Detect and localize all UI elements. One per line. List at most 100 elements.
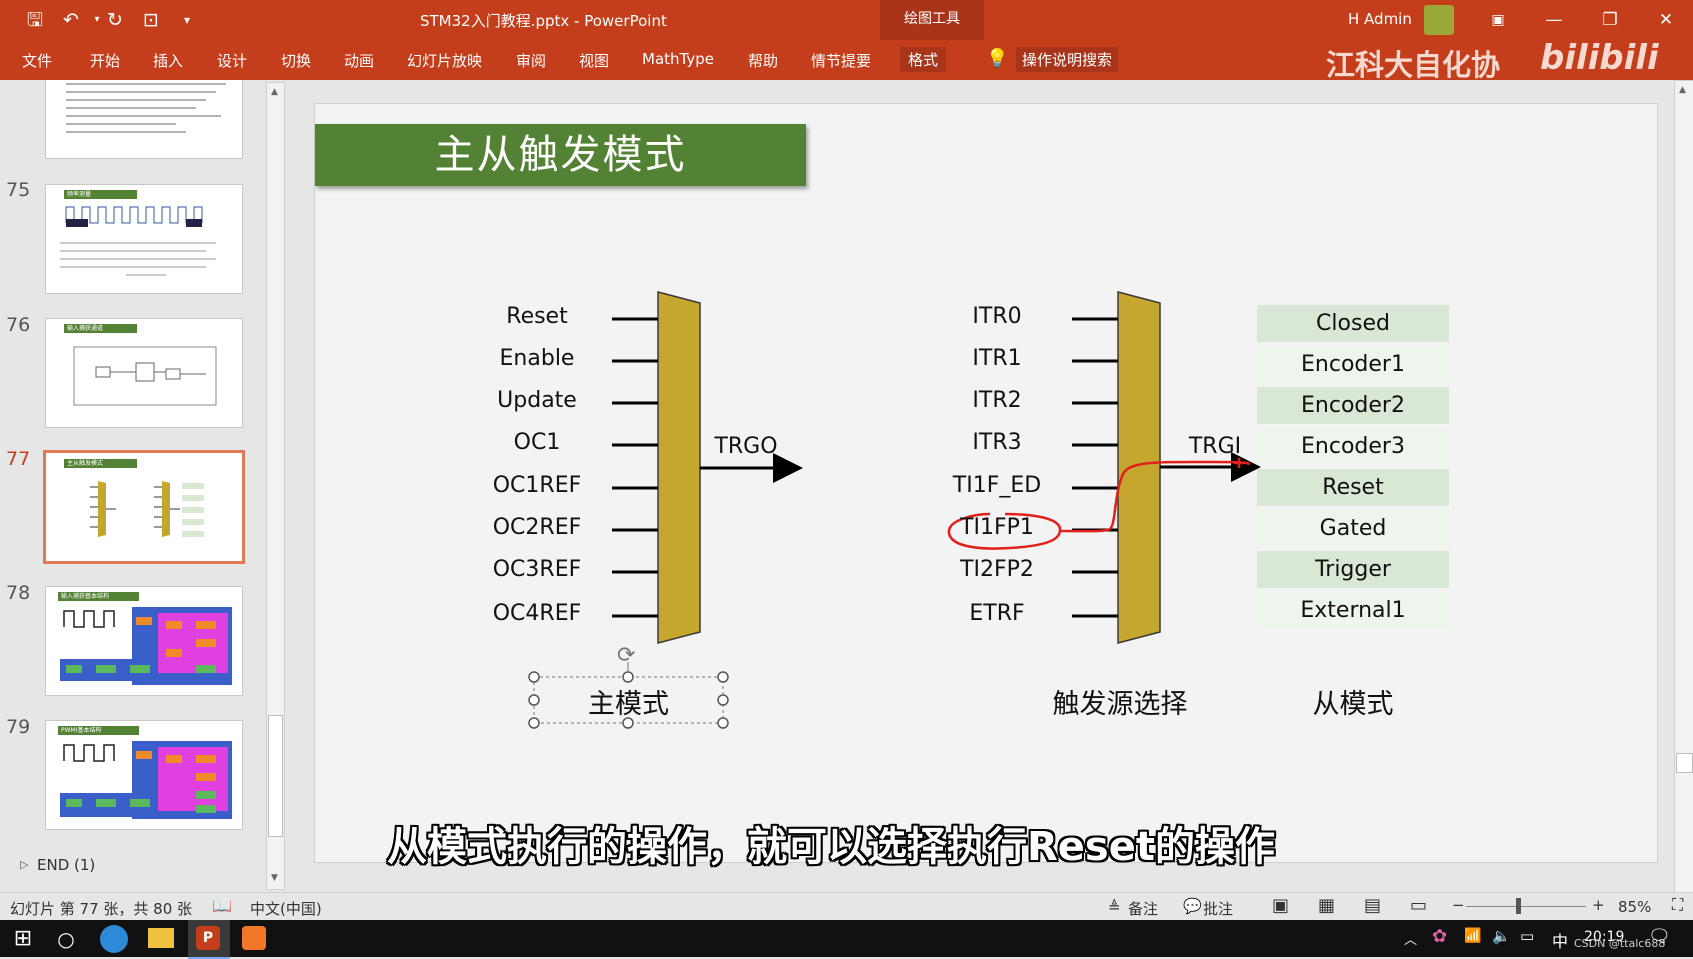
slide-79-preview-icon (60, 741, 232, 819)
scrollbar-thumb[interactable] (268, 715, 283, 837)
slide-thumbnail-74[interactable] (45, 80, 243, 159)
slide-thumbnail-79[interactable]: PWMI基本结构 (45, 720, 243, 830)
trigger-source-mux[interactable] (1117, 291, 1161, 644)
save-icon[interactable]: 🖫 (22, 8, 48, 32)
tab-home[interactable]: 开始 (90, 50, 120, 71)
slides-panel: 75 频率测量 76 输入捕获通道 77 主从触发模式 78 输入捕获基本结构 … (0, 80, 286, 892)
tab-slideshow[interactable]: 幻灯片放映 (407, 50, 482, 71)
tab-animations[interactable]: 动画 (344, 50, 374, 71)
app-taskbar-icon[interactable] (242, 926, 266, 950)
tab-transitions[interactable]: 切换 (281, 50, 311, 71)
tray-expand-icon[interactable]: ︿ (1404, 929, 1417, 948)
powerpoint-icon: P (196, 926, 220, 950)
slideshow-view-icon[interactable]: ▭ (1410, 895, 1427, 916)
slide-77-preview-icon (90, 481, 204, 537)
slave-mode-encoder1: Encoder1 (1257, 346, 1449, 383)
slide-canvas[interactable]: 主从触发模式 ⟳ Reset Enable Update OC1 OC1REF … (314, 103, 1658, 870)
volume-icon[interactable]: 🔈 (1492, 927, 1511, 945)
trgo-label: TRGO (714, 434, 778, 459)
zoom-slider-thumb[interactable] (1516, 898, 1521, 914)
tell-me-search[interactable]: 操作说明搜索 (1016, 47, 1119, 72)
tab-view[interactable]: 视图 (579, 50, 609, 71)
slide-sorter-icon[interactable]: ▦ (1318, 895, 1335, 916)
scroll-down-icon[interactable]: ▼ (271, 873, 278, 883)
spellcheck-icon[interactable]: 📖 (212, 896, 232, 915)
scroll-up-icon[interactable]: ▲ (271, 87, 278, 97)
slide-76-preview-icon (73, 346, 217, 406)
battery-icon[interactable]: ▭ (1520, 927, 1534, 945)
minimize-icon[interactable]: — (1534, 6, 1574, 34)
slave-mode-external1: External1 (1257, 592, 1449, 629)
comments-icon[interactable]: 💬 (1183, 897, 1202, 915)
master-input-enable: Enable (499, 346, 575, 371)
trigger-input-ti1f-ed: TI1F_ED (952, 473, 1042, 498)
trigger-input-itr0: ITR0 (972, 304, 1022, 329)
section-expand-icon[interactable]: ▷ (20, 858, 28, 871)
slide-scrollbar[interactable]: ▲ (1674, 80, 1693, 894)
zoom-in-icon[interactable]: + (1592, 896, 1605, 914)
language-indicator[interactable]: 中文(中国) (250, 898, 322, 919)
close-icon[interactable]: ✕ (1646, 6, 1686, 34)
tray-app-icon[interactable]: ✿ (1432, 926, 1447, 947)
slave-mode-encoder3: Encoder3 (1257, 428, 1449, 465)
reading-view-icon[interactable]: ▤ (1364, 895, 1381, 916)
trigger-input-lines (1072, 317, 1118, 618)
section-end[interactable]: END (1) (37, 856, 95, 874)
notes-button[interactable]: 备注 (1128, 898, 1158, 919)
zoom-slider[interactable] (1466, 906, 1586, 907)
search-icon[interactable]: ○ (52, 925, 80, 953)
master-input-oc4ref: OC4REF (492, 601, 582, 626)
windows-taskbar: ⊞ ○ P ︿ ✿ 📶 🔈 ▭ 中 20:19 CSDN @ttalc688 🗨 (0, 920, 1693, 959)
thumb-title-76: 输入捕获通道 (64, 324, 137, 333)
avatar[interactable] (1424, 5, 1454, 35)
master-mode-caption[interactable]: 主模式 (534, 682, 723, 721)
slide-thumbnail-77[interactable]: 主从触发模式 (43, 450, 245, 564)
zoom-level[interactable]: 85% (1618, 898, 1651, 916)
tab-format[interactable]: 格式 (900, 47, 947, 72)
notes-icon[interactable]: ≜ (1108, 898, 1121, 916)
fit-to-window-icon[interactable]: ⛶ (1672, 895, 1683, 915)
zoom-out-icon[interactable]: − (1452, 896, 1465, 914)
slide-thumbnail-76[interactable]: 输入捕获通道 (45, 318, 243, 428)
slide-scrollbar-thumb[interactable] (1676, 753, 1693, 773)
ribbon-display-options-icon[interactable]: ▣ (1478, 6, 1518, 34)
slides-panel-scrollbar[interactable]: ▲ ▼ (266, 82, 285, 890)
tab-storyboard[interactable]: 情节提要 (811, 50, 871, 71)
notifications-icon[interactable]: 🗨 (1648, 926, 1671, 947)
slide-thumbnail-75[interactable]: 频率测量 (45, 184, 243, 294)
ime-indicator[interactable]: 中 (1552, 928, 1568, 952)
trigger-input-etrf: ETRF (969, 601, 1025, 626)
master-mode-mux[interactable] (657, 291, 701, 644)
slide-75-preview-icon (60, 206, 216, 276)
slave-mode-gated: Gated (1257, 510, 1449, 547)
thumb-title-79: PWMI基本结构 (58, 726, 139, 735)
tab-review[interactable]: 审阅 (516, 50, 546, 71)
tab-insert[interactable]: 插入 (153, 50, 183, 71)
trigger-input-itr1: ITR1 (972, 346, 1022, 371)
tab-design[interactable]: 设计 (217, 50, 247, 71)
slide-counter: 幻灯片 第 77 张，共 80 张 (10, 900, 193, 918)
restore-icon[interactable]: ❐ (1590, 6, 1630, 34)
edge-browser-icon[interactable] (100, 925, 128, 953)
network-icon[interactable]: 📶 (1464, 928, 1481, 944)
trigger-input-ti1fp1: TI1FP1 (960, 515, 1034, 540)
tab-help[interactable]: 帮助 (748, 50, 778, 71)
start-slideshow-icon[interactable]: ⊡ (138, 8, 164, 32)
windows-start-icon[interactable]: ⊞ (8, 924, 38, 954)
redo-icon[interactable]: ↻ (102, 8, 128, 32)
slide-scroll-up-icon[interactable]: ▲ (1679, 85, 1686, 95)
comments-button[interactable]: 批注 (1203, 898, 1233, 919)
tab-mathtype[interactable]: MathType (642, 50, 714, 68)
tab-file[interactable]: 文件 (22, 50, 52, 71)
context-tab-group: 绘图工具 (880, 0, 984, 40)
customize-qat-icon[interactable]: ▾ (174, 8, 200, 32)
user-name[interactable]: H Admin (1348, 10, 1412, 28)
slide-thumbnail-78[interactable]: 输入捕获基本结构 (45, 586, 243, 696)
normal-view-icon[interactable]: ▣ (1272, 895, 1289, 916)
powerpoint-taskbar-button[interactable]: P (188, 920, 230, 959)
rotate-handle-icon[interactable]: ⟳ (617, 643, 635, 668)
undo-icon[interactable]: ↶ (58, 8, 84, 32)
thumb-title-78: 输入捕获基本结构 (58, 592, 139, 601)
slave-mode-closed: Closed (1257, 305, 1449, 342)
file-explorer-icon[interactable] (148, 928, 174, 948)
